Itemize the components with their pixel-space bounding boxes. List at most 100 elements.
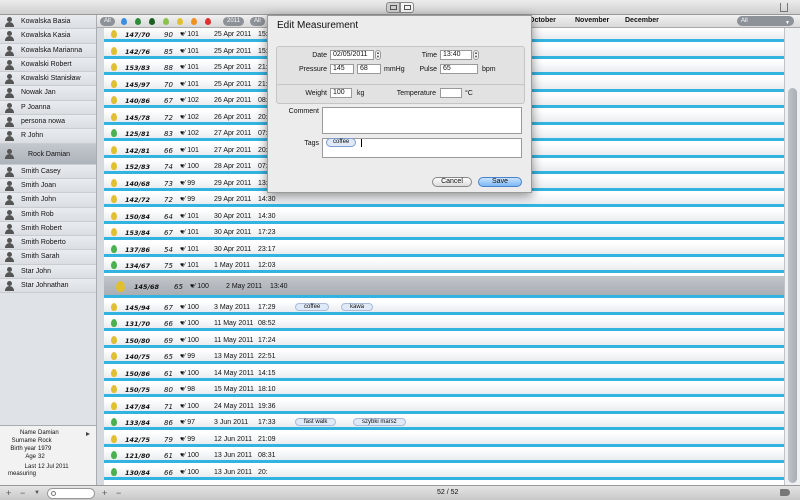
chart-view-button[interactable] (400, 2, 414, 13)
table-row[interactable]: 150/84 64 ♥⁄ 101 30 Apr 2011 14:30 (104, 209, 784, 224)
table-row[interactable]: 137/86 54 ♥⁄ 101 30 Apr 2011 23:17 (104, 242, 784, 257)
color-filter-drop-icon[interactable] (163, 18, 169, 25)
table-row[interactable]: 147/84 71 ♥⁄ 100 24 May 2011 19:36 (104, 399, 784, 414)
save-button[interactable]: Save (478, 177, 522, 187)
pulse-field[interactable]: 65 (440, 64, 478, 74)
person-item[interactable]: Rock Damian (0, 143, 96, 165)
time-value: 20: (258, 468, 268, 476)
month-select[interactable]: All ▼ (737, 16, 794, 26)
table-row[interactable]: 134/67 75 ♥⁄ 101 1 May 2011 12:03 (104, 259, 784, 273)
color-filter-drop-icon[interactable] (205, 18, 211, 25)
time-stepper[interactable]: ▲ ▼ (473, 50, 479, 60)
person-item[interactable]: Star Johnathan (0, 279, 96, 294)
pulse-value: 88 (164, 64, 173, 72)
blood-pressure: 140/68 (125, 179, 150, 188)
tag-pill[interactable]: kawa (341, 302, 374, 311)
blood-pressure: 134/67 (125, 262, 150, 270)
person-name: Kowalska Kasia (21, 32, 71, 40)
person-item[interactable]: Smith John (0, 193, 96, 208)
tag-pill[interactable]: coffee (295, 302, 330, 311)
date-field[interactable]: 02/05/2011 (330, 50, 374, 60)
person-item[interactable]: Kowalski Robert (0, 57, 96, 73)
systolic-field[interactable]: 145 (330, 64, 354, 74)
person-item[interactable]: Kowalska Kasia (0, 29, 96, 44)
person-item[interactable]: Kowalska Marianna (0, 43, 96, 58)
weight-field[interactable]: 100 (330, 88, 352, 98)
person-item[interactable]: Smith Roberto (0, 236, 96, 251)
diastolic-field[interactable]: 68 (357, 64, 381, 74)
status-drop-icon (111, 244, 117, 253)
person-icon (5, 31, 14, 42)
color-filter-drop-icon[interactable] (135, 18, 141, 25)
pulse-value: 79 (164, 435, 173, 444)
color-filter-drop-icon[interactable] (121, 18, 127, 25)
all-months-filter[interactable]: All (250, 17, 265, 26)
table-row[interactable]: 121/80 61 ♥⁄ 100 13 Jun 2011 08:31 (104, 449, 784, 463)
vertical-scrollbar[interactable] (784, 28, 800, 485)
person-item[interactable]: Kowalska Basia (0, 15, 96, 30)
remove-person-button[interactable]: − (20, 488, 25, 498)
disclosure-arrow-icon[interactable] (86, 432, 90, 436)
table-row[interactable]: 153/84 67 ♥⁄ 101 30 Apr 2011 17:23 (104, 226, 784, 240)
person-item[interactable]: Smith Casey (0, 164, 96, 179)
table-row[interactable]: 150/86 61 ♥⁄ 100 14 May 2011 14:15 (104, 366, 784, 381)
color-filter-drop-icon[interactable] (177, 18, 183, 25)
table-row[interactable]: 142/75 79 ♥⁄ 99 12 Jun 2011 21:09 (104, 432, 784, 447)
person-item[interactable]: Smith Sarah (0, 250, 96, 265)
heart-weight-value: ♥⁄ 101 (180, 31, 199, 38)
person-item[interactable]: P Joanna (0, 100, 96, 116)
person-item[interactable]: Smith Joan (0, 178, 96, 194)
temperature-field[interactable] (440, 88, 462, 98)
date-stepper[interactable]: ▲ ▼ (375, 50, 381, 60)
add-person-button[interactable]: + (6, 488, 11, 498)
color-filter-drop-icon[interactable] (191, 18, 197, 25)
cancel-button[interactable]: Cancel (432, 177, 472, 187)
search-input[interactable] (47, 488, 95, 499)
table-row[interactable]: 131/70 66 ♥⁄ 100 11 May 2011 08:52 (104, 317, 784, 331)
month-november[interactable]: November (575, 17, 609, 24)
tag-pill[interactable]: szybki marsz (353, 418, 406, 426)
table-row[interactable]: 150/80 69 ♥⁄ 100 11 May 2011 17:24 (104, 333, 784, 348)
chart-view-icon (403, 5, 411, 10)
person-item[interactable]: Star John (0, 264, 96, 280)
time-value: 23:17 (258, 245, 276, 253)
time-value: 17:29 (258, 303, 276, 311)
person-item[interactable]: R John (0, 129, 96, 144)
time-field[interactable]: 13:40 (440, 50, 472, 60)
table-row[interactable]: 145/68 65 ♥⁄ 100 2 May 2011 13:40 (104, 275, 784, 298)
table-row[interactable]: 142/72 72 ♥⁄ 99 29 Apr 2011 14:30 (104, 193, 784, 207)
person-item[interactable]: Nowak Jan (0, 86, 96, 101)
year-filter[interactable]: 2011 (223, 17, 244, 26)
person-item[interactable]: Smith Robert (0, 221, 96, 237)
tag-pill[interactable]: fast walk (295, 418, 337, 426)
tag-coffee[interactable]: coffee (326, 138, 357, 147)
table-row[interactable]: 150/75 80 ♥⁄ 98 15 May 2011 18:10 (104, 383, 784, 397)
person-item[interactable]: Smith Rob (0, 207, 96, 222)
list-view-button[interactable] (386, 2, 400, 13)
person-item[interactable]: Kowalski Stanisław (0, 72, 96, 87)
share-icon[interactable] (780, 3, 788, 12)
tag-icon[interactable] (780, 489, 790, 496)
person-item[interactable]: persona nowa (0, 115, 96, 130)
remove-measurement-button[interactable]: − (116, 488, 121, 498)
table-row[interactable]: 140/75 65 ♥⁄ 99 13 May 2011 22:51 (104, 350, 784, 364)
table-row[interactable]: 145/94 67 ♥⁄ 100 3 May 2011 17:29 coffee kawa (104, 300, 784, 315)
add-measurement-button[interactable]: + (102, 488, 107, 498)
heart-weight-value: ♥⁄ 101 (180, 64, 199, 71)
surname-label: Surname (11, 438, 36, 444)
heart-weight-value: ♥⁄ 101 (180, 47, 199, 55)
color-filter-drop-icon[interactable] (149, 18, 155, 25)
comment-field[interactable] (322, 107, 522, 134)
blood-pressure: 150/84 (125, 212, 150, 221)
all-colors-filter[interactable]: All (100, 17, 115, 26)
status-drop-icon (111, 112, 117, 121)
date-value: 24 May 2011 (214, 402, 254, 410)
surname-value: Rock (38, 438, 52, 444)
scrollbar-thumb[interactable] (788, 88, 797, 483)
person-menu-icon[interactable]: ▼ (34, 490, 40, 496)
month-december[interactable]: December (625, 17, 659, 24)
pulse-value: 67 (164, 97, 173, 105)
table-row[interactable]: 133/84 86 ♥⁄ 97 3 Jun 2011 17:33 fast walk szy… (104, 416, 784, 430)
table-row[interactable]: 130/84 66 ♥⁄ 100 13 Jun 2011 20: (104, 465, 784, 480)
month-october[interactable]: October (529, 17, 556, 24)
